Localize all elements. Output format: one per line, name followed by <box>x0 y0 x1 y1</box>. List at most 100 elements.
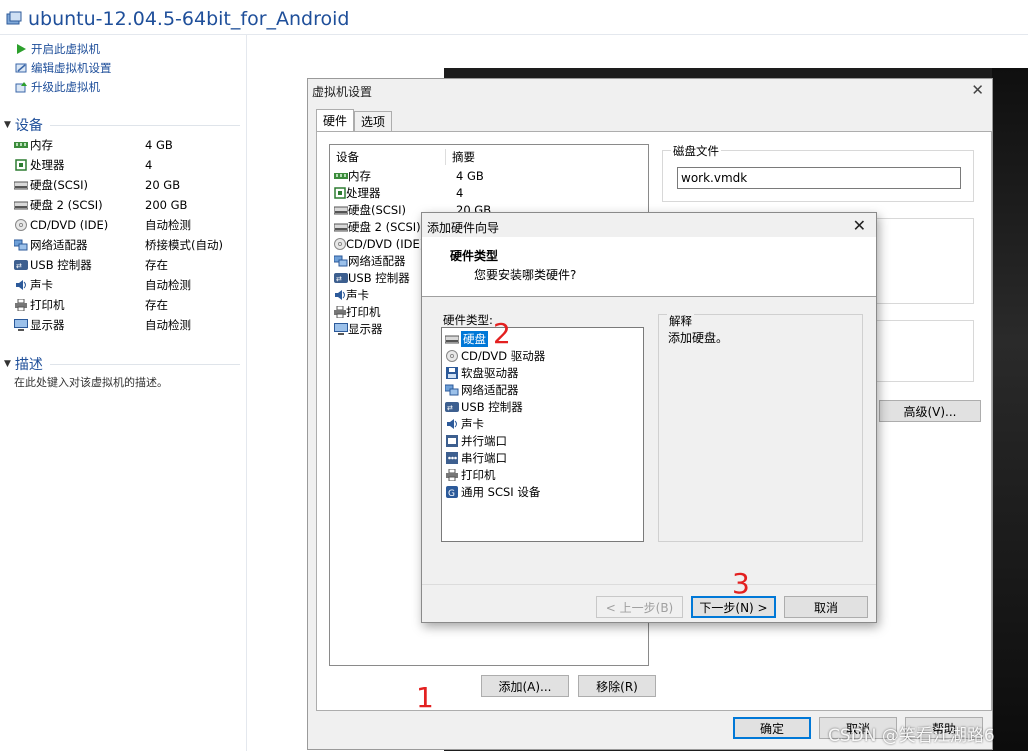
serial-port-icon <box>445 451 459 464</box>
add-hardware-button[interactable]: 添加(A)... <box>481 675 569 697</box>
vm-console-edge <box>992 68 1028 751</box>
hardware-name: 网络适配器 <box>348 253 406 268</box>
add-hardware-wizard: 添加硬件向导 ✕ 硬件类型 您要安装哪类硬件? 硬件类型: 硬盘 CD/DVD … <box>421 212 877 623</box>
harddisk-icon <box>14 179 28 191</box>
device-name: 处理器 <box>30 158 65 172</box>
column-device[interactable]: 设备 <box>336 149 446 165</box>
hardware-type-label: 串行端口 <box>461 450 507 465</box>
sound-icon <box>14 279 28 291</box>
close-icon[interactable]: ✕ <box>853 216 866 235</box>
device-row-usb[interactable]: ⇄ USB 控制器 存在 <box>14 255 240 275</box>
description-section-line <box>50 364 240 365</box>
printer-icon <box>445 468 459 481</box>
wizard-heading: 硬件类型 <box>450 249 499 263</box>
description-header-label: 描述 <box>14 357 43 373</box>
power-on-action[interactable]: 开启此虚拟机 <box>14 39 100 58</box>
hardware-type-label: USB 控制器 <box>461 399 523 414</box>
hardware-summary: 4 <box>456 185 464 200</box>
close-icon[interactable]: ✕ <box>971 81 984 99</box>
harddisk-icon <box>334 222 348 232</box>
upgrade-action[interactable]: 升级此虚拟机 <box>14 77 100 96</box>
processor-icon <box>334 186 346 199</box>
hardware-type-floppy[interactable]: 软盘驱动器 <box>445 364 519 381</box>
device-name: 硬盘 2 (SCSI) <box>30 198 103 212</box>
description-section-header[interactable]: ▼ 描述 <box>4 355 43 373</box>
play-icon <box>14 42 28 56</box>
wizard-footer: < 上一步(B) 下一步(N) > 取消 <box>422 584 876 622</box>
harddisk-icon <box>334 205 348 215</box>
device-name: 声卡 <box>30 278 53 292</box>
device-row-harddisk[interactable]: 硬盘(SCSI) 20 GB <box>14 175 240 195</box>
floppy-icon <box>445 366 459 379</box>
tab-options[interactable]: 选项 <box>354 111 393 131</box>
hardware-name: CD/DVD (IDE) <box>346 236 425 251</box>
svg-text:⇄: ⇄ <box>447 404 453 412</box>
column-summary[interactable]: 摘要 <box>446 149 475 165</box>
settings-title: 虚拟机设置 <box>312 85 373 99</box>
hardware-type-network[interactable]: 网络适配器 <box>445 381 519 398</box>
hardware-type-usb[interactable]: ⇄ USB 控制器 <box>445 398 523 415</box>
wizard-cancel-button[interactable]: 取消 <box>784 596 868 618</box>
ok-button[interactable]: 确定 <box>733 717 811 739</box>
device-row-network[interactable]: 网络适配器 桥接模式(自动) <box>14 235 240 255</box>
hardware-type-harddisk[interactable]: 硬盘 <box>445 330 488 347</box>
vm-title-bar: ubuntu-12.04.5-64bit_for_Android <box>6 6 349 32</box>
upgrade-label: 升级此虚拟机 <box>31 79 100 94</box>
hardware-type-label: 网络适配器 <box>461 382 519 397</box>
hardware-type-printer[interactable]: 打印机 <box>445 466 496 483</box>
device-row-display[interactable]: 显示器 自动检测 <box>14 315 240 335</box>
cdrom-icon <box>445 349 459 362</box>
hardware-row-memory[interactable]: 内存 4 GB <box>334 167 634 184</box>
device-value: 存在 <box>145 258 168 272</box>
hardware-name: 显示器 <box>348 321 383 336</box>
svg-text:⇄: ⇄ <box>336 275 342 283</box>
collapse-icon: ▼ <box>4 120 11 130</box>
hardware-types-list[interactable]: 硬盘 CD/DVD 驱动器 软盘驱动器 网络适配器 ⇄ USB 控制器 声卡 并… <box>441 327 644 542</box>
device-row-cdrom[interactable]: CD/DVD (IDE) 自动检测 <box>14 215 240 235</box>
hardware-type-scsi[interactable]: G 通用 SCSI 设备 <box>445 483 540 500</box>
watermark: CSDN @笑看江湖路6 <box>828 726 995 746</box>
back-button[interactable]: < 上一步(B) <box>596 596 683 618</box>
disk-file-label: 磁盘文件 <box>671 143 721 159</box>
hardware-type-serial[interactable]: 串行端口 <box>445 449 507 466</box>
device-value: 存在 <box>145 298 168 312</box>
explanation-group: 解释 添加硬盘。 <box>658 313 863 542</box>
hardware-type-sound[interactable]: 声卡 <box>445 415 484 432</box>
display-icon <box>334 322 348 335</box>
devices-section-header[interactable]: ▼ 设备 <box>4 116 43 134</box>
tab-hardware[interactable]: 硬件 <box>316 109 355 131</box>
description-hint[interactable]: 在此处键入对该虚拟机的描述。 <box>14 374 168 390</box>
hardware-type-parallel[interactable]: 并行端口 <box>445 432 507 449</box>
hardware-name: USB 控制器 <box>348 270 410 285</box>
scsi-icon: G <box>445 485 459 498</box>
edit-settings-icon <box>14 61 28 75</box>
device-row-processor[interactable]: 处理器 4 <box>14 155 240 175</box>
device-row-memory[interactable]: 内存 4 GB <box>14 135 240 155</box>
parallel-port-icon <box>445 434 459 447</box>
hardware-name: 处理器 <box>346 185 381 200</box>
explanation-text: 添加硬盘。 <box>668 331 729 345</box>
device-row-printer[interactable]: 打印机 存在 <box>14 295 240 315</box>
network-icon <box>334 255 348 267</box>
upgrade-icon <box>14 80 28 94</box>
title-divider <box>0 34 1028 35</box>
remove-hardware-button[interactable]: 移除(R) <box>578 675 656 697</box>
device-value: 桥接模式(自动) <box>145 238 223 252</box>
advanced-button[interactable]: 高级(V)... <box>879 400 981 422</box>
svg-text:G: G <box>448 489 455 498</box>
device-name: USB 控制器 <box>30 258 92 272</box>
disk-file-field[interactable]: work.vmdk <box>677 167 961 189</box>
edit-settings-action[interactable]: 编辑虚拟机设置 <box>14 58 112 77</box>
hardware-list-header: 设备 摘要 <box>336 149 636 165</box>
printer-icon <box>334 305 346 318</box>
step-marker-2: 2 <box>493 317 511 350</box>
hardware-row-processor[interactable]: 处理器 4 <box>334 184 634 201</box>
hardware-name: 硬盘(SCSI) <box>348 202 406 217</box>
device-row-harddisk-2[interactable]: 硬盘 2 (SCSI) 200 GB <box>14 195 240 215</box>
step-marker-1: 1 <box>416 681 434 714</box>
hardware-type-label: 硬盘 <box>461 330 488 347</box>
device-row-sound[interactable]: 声卡 自动检测 <box>14 275 240 295</box>
processor-icon <box>14 159 28 171</box>
disk-file-group: 磁盘文件 work.vmdk <box>662 143 974 202</box>
device-name: 显示器 <box>30 318 65 332</box>
